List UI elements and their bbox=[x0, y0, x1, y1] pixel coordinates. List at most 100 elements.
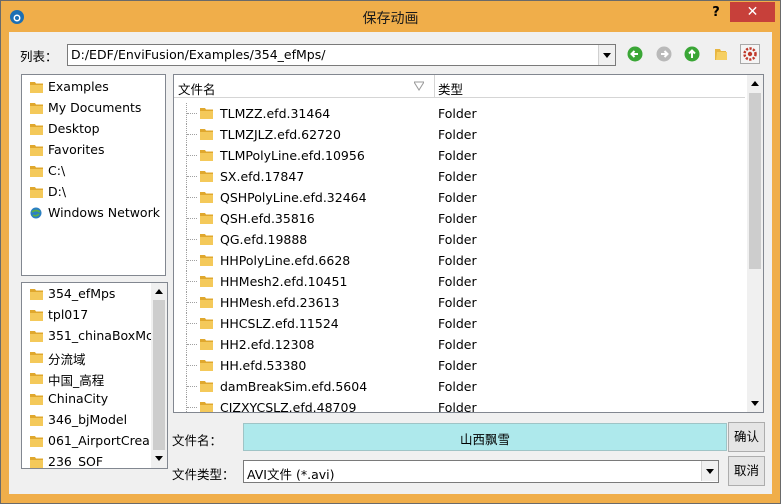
table-row[interactable]: QG.efd.19888 Folder bbox=[174, 229, 745, 250]
table-row[interactable]: TLMPolyLine.efd.10956 Folder bbox=[174, 145, 745, 166]
list-item-label: ChinaCity bbox=[48, 391, 109, 406]
scroll-thumb[interactable] bbox=[153, 300, 165, 450]
file-list-scrollbar[interactable] bbox=[747, 75, 763, 412]
folder-icon bbox=[200, 276, 213, 287]
folder-icon bbox=[30, 331, 43, 342]
file-type-cell: Folder bbox=[438, 337, 477, 352]
sidebar-item-label: C:\ bbox=[48, 163, 66, 178]
filename-value: 山西飘雪 bbox=[459, 432, 510, 447]
history-scrollbar[interactable] bbox=[151, 283, 167, 468]
list-item-label: tpl017 bbox=[48, 307, 89, 322]
file-type-cell: Folder bbox=[438, 379, 477, 394]
list-item-label: 236_SOF bbox=[48, 454, 104, 469]
scroll-down-icon[interactable] bbox=[747, 396, 763, 412]
table-row[interactable]: HHCSLZ.efd.11524 Folder bbox=[174, 313, 745, 334]
table-row[interactable]: QSHPolyLine.efd.32464 Folder bbox=[174, 187, 745, 208]
scroll-up-icon[interactable] bbox=[747, 75, 763, 91]
file-name-cell: HH2.efd.12308 bbox=[220, 337, 315, 352]
table-row[interactable]: TLMZJLZ.efd.62720 Folder bbox=[174, 124, 745, 145]
file-type-cell: Folder bbox=[438, 169, 477, 184]
help-button[interactable]: ? bbox=[706, 3, 726, 23]
folder-icon bbox=[200, 234, 213, 245]
folder-icon bbox=[200, 255, 213, 266]
file-name-cell: damBreakSim.efd.5604 bbox=[220, 379, 368, 394]
path-combobox[interactable]: D:/EDF/EnviFusion/Examples/354_efMps/ bbox=[67, 44, 616, 66]
filetype-combobox[interactable]: AVI文件 (*.avi) bbox=[243, 460, 719, 483]
dialog-body: 列表： D:/EDF/EnviFusion/Examples/354_efMps… bbox=[9, 32, 772, 494]
list-item-label: 061_AirportCrea bbox=[48, 433, 150, 448]
look-in-label: 列表： bbox=[20, 49, 58, 64]
scroll-down-icon[interactable] bbox=[151, 451, 167, 467]
folder-icon bbox=[200, 171, 213, 182]
folder-icon bbox=[200, 129, 213, 140]
sidebar-item-label: D:\ bbox=[48, 184, 67, 199]
column-header-type[interactable]: 类型 bbox=[438, 79, 463, 98]
folder-icon bbox=[200, 339, 213, 350]
tree-connector bbox=[186, 187, 197, 208]
chevron-down-icon[interactable] bbox=[701, 461, 718, 481]
folder-icon bbox=[200, 402, 213, 412]
table-row[interactable]: HHMesh.efd.23613 Folder bbox=[174, 292, 745, 313]
file-type-cell: Folder bbox=[438, 106, 477, 121]
folder-icon bbox=[30, 436, 43, 447]
sidebar-item-label: My Documents bbox=[48, 100, 142, 115]
close-button[interactable]: ✕ bbox=[730, 2, 775, 22]
folder-icon bbox=[200, 360, 213, 371]
confirm-button[interactable]: 确认 bbox=[728, 422, 765, 452]
history-list: 354_efMps tpl017 351_chinaBoxMc 分流域 中国_高… bbox=[21, 282, 168, 469]
table-row[interactable]: damBreakSim.efd.5604 Folder bbox=[174, 376, 745, 397]
sidebar-item-label: Desktop bbox=[48, 121, 100, 136]
folder-icon bbox=[30, 457, 43, 468]
file-name-cell: HHCSLZ.efd.11524 bbox=[220, 316, 339, 331]
column-divider[interactable] bbox=[434, 75, 435, 97]
tree-connector bbox=[186, 166, 197, 187]
tree-connector bbox=[186, 145, 197, 166]
forward-icon[interactable] bbox=[654, 44, 674, 64]
table-row[interactable]: TLMZZ.efd.31464 Folder bbox=[174, 103, 745, 124]
table-row[interactable]: SX.efd.17847 Folder bbox=[174, 166, 745, 187]
settings-icon[interactable] bbox=[740, 44, 760, 64]
file-name-cell: TLMPolyLine.efd.10956 bbox=[220, 148, 365, 163]
back-icon[interactable] bbox=[625, 44, 645, 64]
file-type-cell: Folder bbox=[438, 127, 477, 142]
file-type-cell: Folder bbox=[438, 316, 477, 331]
file-type-cell: Folder bbox=[438, 253, 477, 268]
folder-icon bbox=[30, 373, 43, 384]
list-item-label: 354_efMps bbox=[48, 286, 116, 301]
places-sidebar: Examples My Documents Desktop Favorites … bbox=[21, 74, 166, 276]
tree-connector bbox=[186, 376, 197, 397]
file-type-cell: Folder bbox=[438, 232, 477, 247]
column-header-name[interactable]: 文件名 bbox=[178, 79, 216, 98]
table-row[interactable]: CJZXYCSLZ.efd.48709 Folder bbox=[174, 397, 745, 412]
filename-input[interactable]: 山西飘雪 bbox=[243, 423, 727, 451]
cancel-button[interactable]: 取消 bbox=[728, 456, 765, 486]
table-row[interactable]: HH2.efd.12308 Folder bbox=[174, 334, 745, 355]
file-name-cell: QG.efd.19888 bbox=[220, 232, 308, 247]
scroll-up-icon[interactable] bbox=[151, 283, 167, 299]
folder-icon bbox=[200, 381, 213, 392]
new-folder-icon[interactable] bbox=[711, 44, 731, 64]
tree-connector bbox=[186, 292, 197, 313]
folder-icon bbox=[30, 166, 43, 177]
file-name-cell: HHMesh.efd.23613 bbox=[220, 295, 340, 310]
table-row[interactable]: HHMesh2.efd.10451 Folder bbox=[174, 271, 745, 292]
filename-label: 文件名： bbox=[172, 433, 223, 448]
list-item-label: 351_chinaBoxMc bbox=[48, 328, 153, 343]
folder-icon bbox=[30, 394, 43, 405]
table-row[interactable]: HHPolyLine.efd.6628 Folder bbox=[174, 250, 745, 271]
file-type-cell: Folder bbox=[438, 295, 477, 310]
file-name-cell: SX.efd.17847 bbox=[220, 169, 305, 184]
table-row[interactable]: HH.efd.53380 Folder bbox=[174, 355, 745, 376]
file-type-cell: Folder bbox=[438, 274, 477, 289]
scroll-thumb[interactable] bbox=[749, 93, 761, 269]
folder-icon bbox=[200, 213, 213, 224]
table-row[interactable]: QSH.efd.35816 Folder bbox=[174, 208, 745, 229]
sidebar-item-label: Examples bbox=[48, 79, 109, 94]
chevron-down-icon[interactable] bbox=[598, 45, 615, 65]
file-name-cell: HHPolyLine.efd.6628 bbox=[220, 253, 351, 268]
file-name-cell: TLMZZ.efd.31464 bbox=[220, 106, 331, 121]
folder-icon bbox=[200, 297, 213, 308]
up-icon[interactable] bbox=[682, 44, 702, 64]
tree-connector bbox=[186, 271, 197, 292]
path-value: D:/EDF/EnviFusion/Examples/354_efMps/ bbox=[71, 47, 326, 62]
